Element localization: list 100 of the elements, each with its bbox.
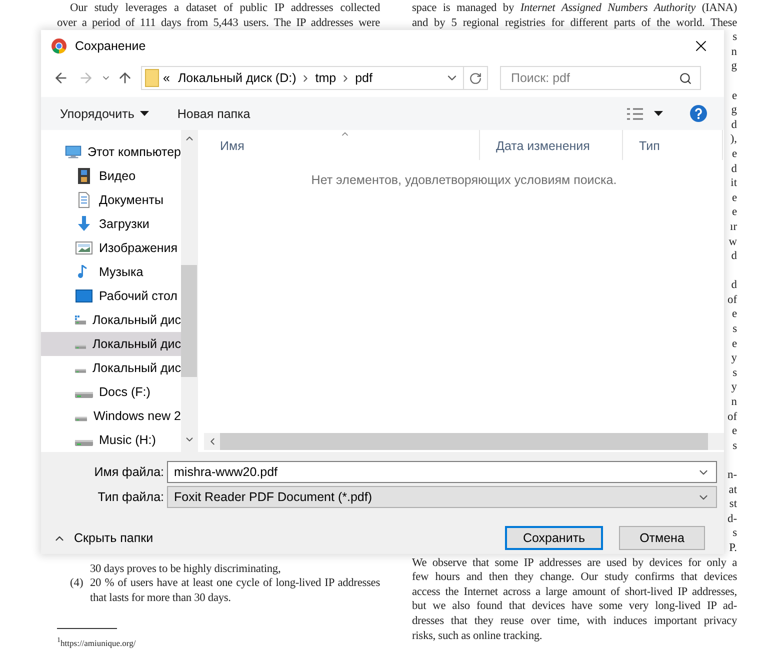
dialog-button[interactable]: Сохранить: [505, 526, 603, 550]
text-fragment: e: [732, 88, 737, 104]
text-fragment: n: [731, 395, 737, 410]
paragraph-line: We observe that some IP addresses are used by devices for only a: [412, 556, 737, 570]
window-title: Сохранение: [75, 39, 147, 53]
breadcrumb[interactable]: Локальный диск (D:): [174, 71, 300, 85]
search-icon: [679, 72, 692, 84]
paragraph-line: 30 days proves to be highly discriminating,: [89, 562, 282, 576]
text-fragment: d-: [728, 512, 737, 526]
drive-icon: [75, 344, 86, 350]
file-name-box[interactable]: mishra-www20.pdf: [167, 461, 717, 483]
paragraph-line: space is managed by Internet Assigned Numbers Authority (IANA): [412, 1, 737, 16]
text-fragment: e: [732, 307, 737, 322]
nav-item[interactable]: Этот компьютер: [41, 140, 181, 164]
text-fragment: g: [731, 103, 737, 118]
paragraph-line: risks, such as online tracking.: [412, 628, 544, 644]
nav-item-label: Музыка: [99, 265, 144, 279]
text-fragment: P.: [729, 540, 737, 556]
arrow-up-icon: [117, 70, 133, 86]
text-fragment: d: [731, 278, 737, 293]
nav-item-label: Docs (F:): [99, 385, 150, 399]
text-fragment: s: [732, 366, 737, 380]
nav-item[interactable]: Локальный дис: [41, 332, 181, 356]
nav-item-label: Локальный дис: [92, 337, 181, 351]
drive-icon: [75, 392, 93, 398]
text-fragment: e: [732, 336, 737, 352]
nav-item[interactable]: Загрузки: [41, 212, 181, 236]
picture-icon: [75, 240, 93, 256]
paragraph-line: few hours and then they change. Our study confirms that devices: [412, 570, 737, 585]
nav-item[interactable]: Локальный дис: [41, 308, 181, 332]
text-fragment: it: [730, 176, 737, 191]
text-fragment: d: [731, 118, 737, 132]
text-fragment: s: [732, 322, 737, 337]
scroll-thumb[interactable]: [181, 265, 197, 377]
column-header[interactable]: Имя: [204, 130, 480, 160]
text-fragment: e: [732, 190, 737, 206]
download-icon: [75, 216, 93, 232]
list-item-text: 20 % of users have at least one cycle of long-lived IP addresses: [90, 576, 380, 591]
paragraph-line: access the Internet across a large amount of short-lived IP addresses,: [412, 584, 737, 600]
hide-folders-button[interactable]: Скрыть папки: [53, 531, 154, 545]
text-fragment: s: [732, 526, 737, 541]
text-fragment: ),: [730, 132, 737, 147]
paragraph-line: Our study leverages a dataset of public IP addresses collected: [69, 1, 380, 16]
text-fragment: g: [731, 59, 737, 74]
paragraph-line: that lasts for more than 30 days.: [89, 590, 232, 606]
address-bar[interactable]: « Локальный диск (D:) tmp pdf: [141, 66, 488, 90]
nav-item[interactable]: Windows new 2: [41, 404, 181, 428]
computer-icon: [65, 144, 82, 160]
nav-item[interactable]: Видео: [41, 164, 181, 188]
nav-item[interactable]: Music (H:): [41, 428, 181, 452]
text-fragment: s: [732, 30, 737, 45]
paragraph-line: dresses that they reuse over time, with induces important privacy: [412, 614, 737, 629]
drive-icon: [75, 313, 86, 327]
text-fragment: of: [728, 410, 737, 424]
nav-item[interactable]: Рабочий стол: [41, 284, 181, 308]
text-fragment: y: [731, 380, 737, 396]
drive-icon: [75, 368, 86, 374]
nav-item[interactable]: Локальный дис: [41, 356, 181, 380]
footnote: $^{1}$https://amiunique.org/: [57, 634, 137, 648]
organize-button[interactable]: Упорядочить: [55, 102, 154, 124]
nav-item[interactable]: Документы: [41, 188, 181, 212]
text-fragment: e: [732, 146, 737, 162]
list-marker: (4): [69, 576, 84, 591]
file-name-field[interactable]: mishra-www20.pdf: [174, 465, 697, 479]
nav-item[interactable]: Изображения: [41, 236, 181, 260]
nav-item-label: Рабочий стол: [99, 289, 178, 303]
nav-item-label: Видео: [99, 169, 136, 183]
paragraph-line: over a period of 111 days from 5,443 users. The IP addresses were: [57, 16, 380, 30]
drive-icon: [75, 440, 93, 446]
text-fragment: y: [731, 351, 737, 366]
nav-item-label: Music (H:): [99, 433, 156, 447]
paragraph-line: but we also found that devices have some very long-lived IP ad-: [412, 599, 737, 614]
paragraph-line: and by 5 regional registries for different parts of the world. These: [412, 16, 737, 30]
browser-logo-icon: [51, 38, 67, 54]
overflow-mark[interactable]: «: [159, 71, 174, 85]
nav-item-label: Загрузки: [99, 217, 150, 231]
nav-item-label: Windows new 2: [93, 409, 181, 423]
vertical-scrollbar[interactable]: [181, 130, 197, 452]
caret-icon: [140, 111, 150, 116]
breadcrumb[interactable]: pdf: [351, 71, 376, 85]
new-folder-button[interactable]: Новая папка: [172, 102, 256, 124]
text-fragment: of: [728, 292, 737, 308]
field-label: Имя файла:: [93, 465, 165, 479]
dialog-button[interactable]: Отмена: [619, 526, 705, 550]
film-icon: [75, 168, 93, 184]
column-header[interactable]: Тип: [623, 130, 723, 160]
search-box[interactable]: Поиск: pdf: [500, 66, 701, 90]
text-fragment: ır: [730, 220, 737, 234]
text-fragment: d: [731, 249, 737, 264]
breadcrumb[interactable]: tmp: [311, 71, 340, 85]
desktop-icon: [75, 288, 93, 304]
refresh-icon: [469, 72, 482, 84]
text-fragment: s: [732, 438, 737, 454]
text-fragment: at: [728, 482, 737, 498]
column-header[interactable]: Дата изменения: [480, 130, 623, 160]
nav-item-label: Изображения: [99, 241, 178, 255]
file-type-dropdown[interactable]: Foxit Reader PDF Document (*.pdf): [167, 486, 717, 508]
nav-item[interactable]: Музыка: [41, 260, 181, 284]
nav-item[interactable]: Docs (F:): [41, 380, 181, 404]
nav-item-label: Локальный дис: [92, 313, 181, 327]
